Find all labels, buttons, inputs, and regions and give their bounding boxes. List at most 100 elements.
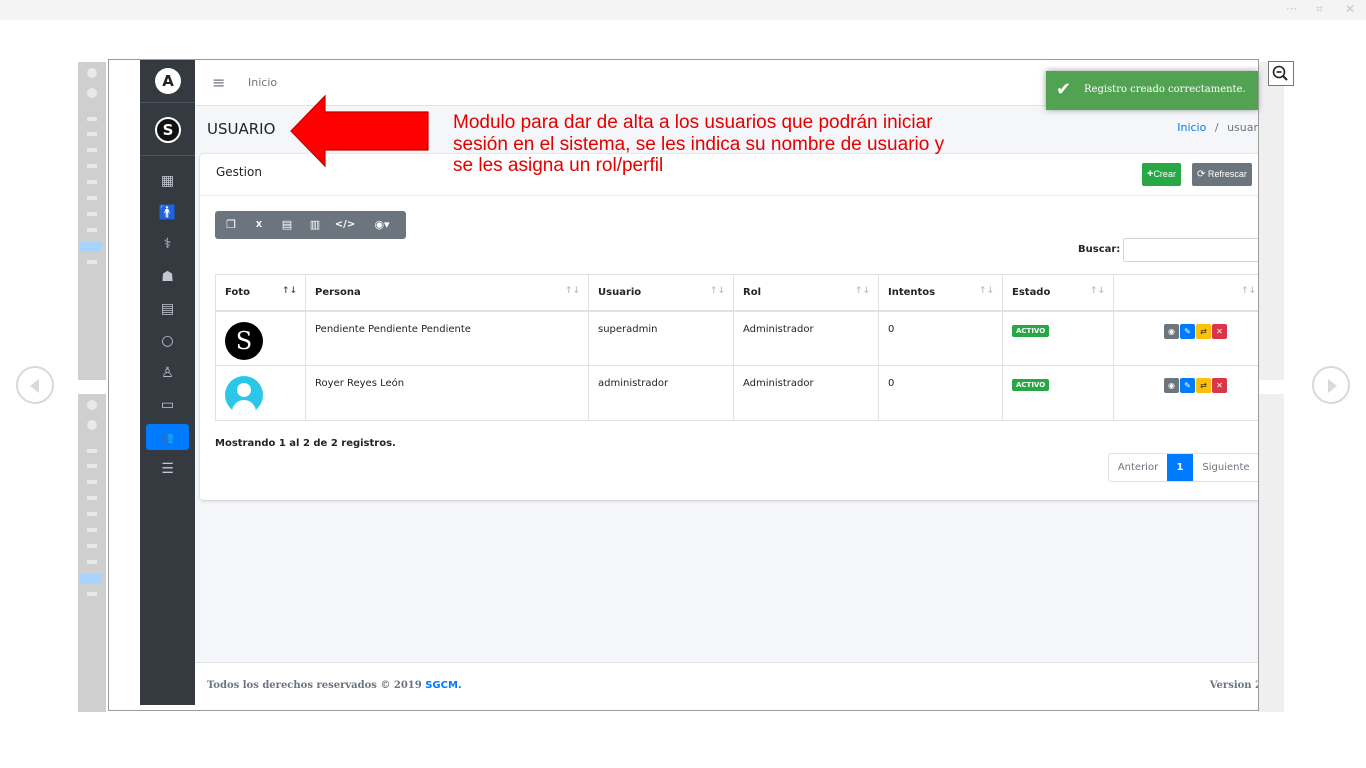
footer-brand-link[interactable]: SGCM. [425, 680, 462, 691]
excel-icon[interactable]: X [249, 211, 269, 239]
edit-button[interactable]: ✎ [1180, 323, 1195, 339]
expand-icon[interactable]: ⌗ [1316, 2, 1323, 17]
pencil-icon: ✎ [1184, 326, 1191, 336]
column-label: Rol [743, 286, 761, 298]
footer: Todos los derechos reservados © 2019 SGC… [195, 662, 1259, 710]
hospital-icon: ▤ [160, 301, 175, 317]
footer-copyright: Todos los derechos reservados © 2019 SGC… [207, 680, 462, 691]
change-role-button[interactable]: ⇄ [1196, 323, 1211, 339]
users-icon: 👥 [160, 431, 175, 444]
check-icon: ✔ [1056, 79, 1072, 100]
search-input[interactable] [1123, 238, 1258, 262]
sort-icon: ↑↓ [1240, 286, 1256, 296]
photo-cell [215, 365, 306, 421]
search-label: Buscar: [1078, 244, 1121, 255]
sidebar-item-user[interactable]: ♙ [146, 360, 189, 386]
toast-message: Registro creado correctamente. [1084, 84, 1246, 95]
csv-icon[interactable]: ▤ [277, 211, 297, 239]
table-row: Royer Reyes León administrador Administr… [215, 365, 1258, 421]
annotation-line: sesión en el sistema, se les indica su n… [453, 133, 945, 155]
persona-cell: Royer Reyes León [305, 365, 589, 421]
ellipsis-icon[interactable]: ··· [1286, 2, 1297, 16]
column-label: Estado [1012, 286, 1051, 298]
next-slide-button[interactable] [1312, 366, 1350, 404]
success-toast[interactable]: ✔ Registro creado correctamente. [1046, 71, 1258, 110]
sort-icon: ↑↓ [564, 286, 580, 296]
annotation-line: se les asigna un rol/perfil [453, 155, 664, 176]
sidebar-item-stethoscope[interactable]: ⚕ [146, 231, 189, 257]
background-slide-strip [78, 394, 106, 712]
copy-icon[interactable]: ❐ [221, 211, 241, 239]
status-badge: ACTIVO [1012, 324, 1050, 337]
create-button[interactable]: +Crear [1142, 163, 1181, 186]
status-badge: ACTIVO [1012, 379, 1050, 391]
refresh-button[interactable]: ⟳ Refrescar [1192, 163, 1252, 186]
app-logo[interactable]: A [155, 68, 181, 94]
column-header-intentos[interactable]: Intentos ↑↓ [878, 274, 1003, 312]
delete-button[interactable]: ✕ [1212, 378, 1227, 393]
pagination-next[interactable]: Siguiente [1193, 454, 1258, 481]
annotation-arrow [290, 94, 429, 168]
sort-icon: ↑↓ [709, 286, 725, 296]
sidebar-item-dashboard[interactable]: ▦ [146, 168, 189, 194]
pdf-icon[interactable]: ▥ [305, 211, 325, 239]
list-check-icon: ☰ [161, 461, 174, 477]
chevron-left-icon [30, 379, 39, 393]
intentos-cell: 0 [878, 310, 1003, 366]
sidebar-item-circle[interactable]: ○ [146, 328, 189, 354]
create-button-label: Crear [1153, 169, 1176, 179]
sidebar-item-users[interactable]: 👥 [146, 424, 189, 450]
table-header-row: Foto ↑↓ Persona ↑↓ Usuario ↑↓ Rol ↑↓ Intento… [215, 274, 1258, 312]
exchange-icon: ⇄ [1200, 381, 1207, 390]
eye-icon[interactable]: ◉▾ [367, 211, 397, 239]
view-button[interactable]: ◉ [1164, 323, 1179, 339]
close-icon[interactable]: ✕ [1345, 2, 1355, 16]
change-role-button[interactable]: ⇄ [1196, 378, 1211, 393]
column-header-actions[interactable]: ↑↓ [1113, 274, 1258, 312]
code-icon[interactable]: </> [332, 211, 358, 239]
hamburger-menu-icon[interactable]: ≡ [212, 73, 225, 92]
nav-home-link[interactable]: Inicio [248, 76, 277, 89]
chevron-right-icon [1328, 379, 1337, 393]
refresh-icon: ⟳ [1197, 169, 1206, 180]
sidebar-item-hospital[interactable]: ▤ [146, 296, 189, 322]
zoom-out-button[interactable] [1268, 61, 1294, 86]
persona-cell: Pendiente Pendiente Pendiente [305, 310, 589, 366]
pagination-page-1[interactable]: 1 [1167, 454, 1193, 481]
sidebar-item-person[interactable]: 🚹 [146, 200, 189, 226]
zoom-out-icon [1272, 65, 1288, 81]
sidebar-item-doctor[interactable]: ☗ [146, 264, 189, 290]
column-header-rol[interactable]: Rol ↑↓ [733, 274, 879, 312]
usuario-cell: superadmin [588, 310, 734, 366]
sidebar-item-monitor[interactable]: ▭ [146, 392, 189, 418]
previous-slide-button[interactable] [16, 366, 54, 404]
sort-icon: ↑↓ [1089, 286, 1105, 296]
column-header-usuario[interactable]: Usuario ↑↓ [588, 274, 734, 312]
desktop-icon: ▭ [160, 397, 175, 413]
close-icon: ✕ [1216, 381, 1223, 390]
estado-cell: ACTIVO [1002, 365, 1114, 421]
actions-cell: ◉ ✎ ⇄ ✕ [1113, 365, 1258, 421]
intentos-cell: 0 [878, 365, 1003, 421]
edit-button[interactable]: ✎ [1180, 378, 1195, 393]
grid-icon: ▦ [160, 173, 175, 189]
sidebar-divider [140, 155, 195, 156]
person-standing-icon: 🚹 [158, 205, 177, 221]
user-avatar[interactable]: S [155, 117, 181, 143]
default-user-avatar [225, 376, 263, 414]
pagination-previous[interactable]: Anterior [1109, 454, 1167, 481]
annotation-line: Modulo para dar de alta a los usuarios q… [453, 112, 933, 133]
sidebar-item-list[interactable]: ☰ [146, 456, 189, 482]
column-header-persona[interactable]: Persona ↑↓ [305, 274, 589, 312]
column-header-estado[interactable]: Estado ↑↓ [1002, 274, 1114, 312]
view-button[interactable]: ◉ [1164, 378, 1179, 393]
estado-cell: ACTIVO [1002, 310, 1114, 366]
viewer-toolbar: ··· ⌗ ✕ [0, 0, 1366, 20]
breadcrumb-home-link[interactable]: Inicio [1177, 121, 1206, 134]
photo-cell: S [215, 310, 306, 366]
footer-version: Version 2 [1209, 680, 1259, 691]
column-header-foto[interactable]: Foto ↑↓ [215, 274, 306, 312]
page-title: USUARIO [207, 120, 276, 138]
delete-button[interactable]: ✕ [1212, 323, 1227, 339]
stethoscope-icon: ⚕ [163, 236, 172, 252]
